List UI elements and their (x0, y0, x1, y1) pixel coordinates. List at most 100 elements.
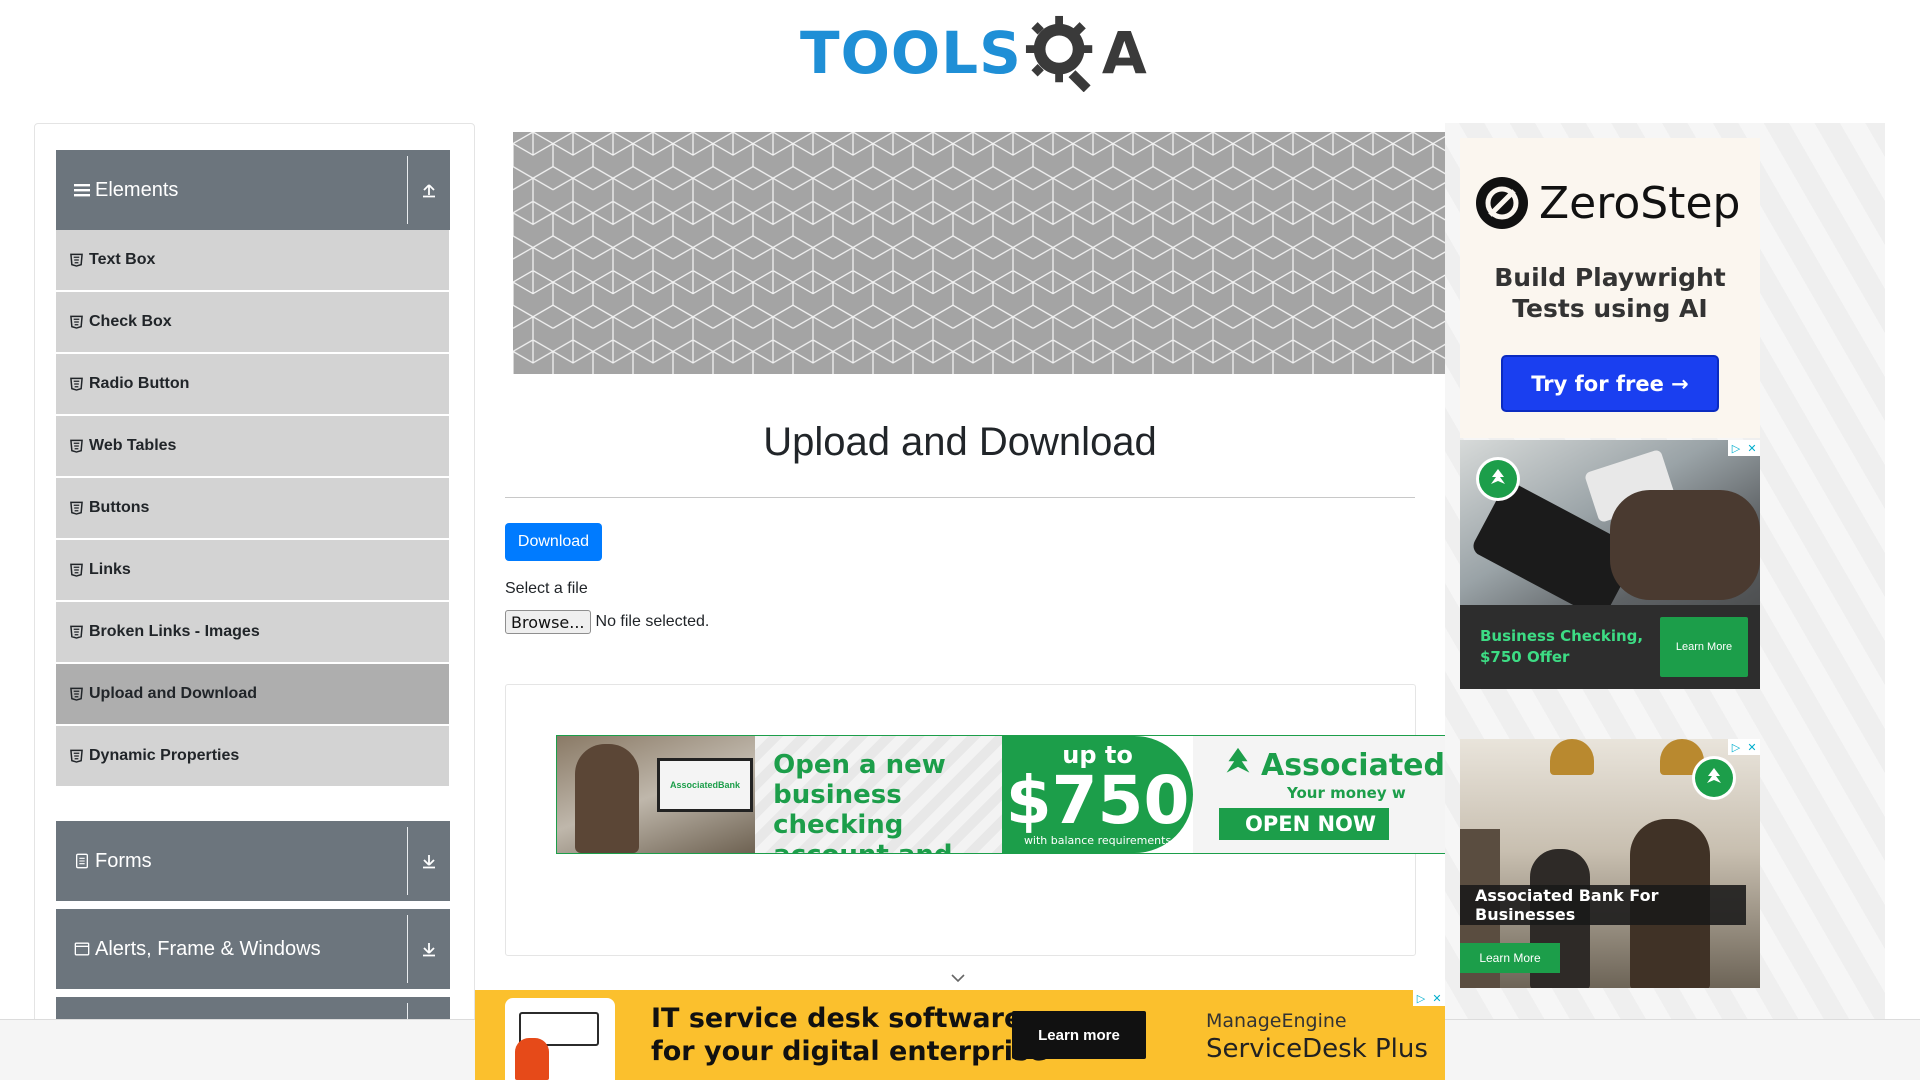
ad-brand-name: Associated (1219, 746, 1445, 784)
ad-choices[interactable]: ▷ ✕ (1728, 739, 1760, 755)
associated-bank-badge-icon (1476, 457, 1520, 501)
ad-info-icon[interactable]: ▷ (1728, 739, 1744, 755)
html5-icon (70, 315, 83, 329)
menu-item-web-tables[interactable]: Web Tables (56, 416, 449, 478)
zerostep-ad[interactable]: ZeroStep Build Playwright Tests using AI… (1460, 138, 1760, 438)
arrow-up-icon (423, 184, 435, 198)
logo-letter-a: A (1101, 19, 1147, 87)
download-button[interactable]: Download (505, 523, 602, 561)
menu-item-label: Upload and Download (89, 685, 257, 702)
ad-headline-line: for your digital enterprise (651, 1036, 1048, 1067)
browse-button[interactable]: Browse... (505, 610, 591, 634)
ad-headline-line: business checking (773, 780, 904, 840)
file-status-text: No file selected. (595, 613, 710, 630)
menu-item-label: Text Box (89, 251, 156, 268)
zerostep-tagline: Build Playwright Tests using AI (1460, 262, 1760, 324)
gear-magnifier-icon (1025, 15, 1093, 92)
cube-pattern-banner (513, 132, 1445, 374)
hand-figure (1610, 490, 1760, 600)
html5-icon (70, 439, 83, 453)
ad-label: Associated Bank For Businesses (1460, 885, 1746, 925)
html5-icon (70, 501, 83, 515)
menu-item-check-box[interactable]: Check Box (56, 292, 449, 354)
page-title: Upload and Download (763, 420, 1157, 464)
collapse-toggle[interactable] (407, 156, 450, 224)
monitor-figure: AssociatedBank (657, 758, 753, 812)
ad-choices[interactable]: ▷ ✕ (1413, 990, 1445, 1006)
banner-pattern (513, 132, 1445, 374)
ad-headline: Open a new business checking account and… (755, 736, 1003, 853)
title-divider (505, 497, 1415, 498)
select-file-label: Select a file (505, 580, 588, 597)
menu-item-dynamic-properties[interactable]: Dynamic Properties (56, 726, 449, 788)
bank-checking-ad[interactable]: ▷ ✕ Business Checking, $750 Offer Learn … (1460, 440, 1760, 689)
associated-bank-banner-ad[interactable]: AssociatedBank Open a new business check… (556, 735, 1446, 854)
window-icon (73, 940, 91, 958)
ad-headline-line: account and earn (773, 840, 1002, 853)
menu-item-buttons[interactable]: Buttons (56, 478, 449, 540)
associated-bank-logo-icon (1226, 747, 1250, 773)
group-alerts-header[interactable]: Alerts, Frame & Windows (56, 909, 450, 989)
html5-icon (70, 749, 83, 763)
menu-item-radio-button[interactable]: Radio Button (56, 354, 449, 416)
ad-close-icon[interactable]: ✕ (1744, 739, 1760, 755)
associated-bank-badge-icon (1692, 756, 1736, 800)
chevron-down-icon[interactable] (950, 970, 966, 986)
hamburger-icon (73, 181, 91, 199)
ad-message-line: $750 Offer (1480, 648, 1570, 666)
ad-headline-line: Open a new (773, 750, 946, 780)
person-figure (575, 744, 639, 853)
bank-business-ad[interactable]: ▷ ✕ Associated Bank For Businesses Learn… (1460, 739, 1760, 988)
expand-toggle[interactable] (407, 915, 450, 983)
menu-item-upload-download[interactable]: Upload and Download (56, 664, 449, 726)
site-header: TOOLS A (0, 0, 1920, 100)
elements-menu-list: Text Box Check Box Radio Button Web Tabl… (56, 230, 450, 788)
ad-choices[interactable]: ▷ ✕ (1728, 440, 1760, 456)
ad-illustration (505, 998, 615, 1080)
learn-more-button[interactable]: Learn More (1460, 943, 1560, 973)
html5-icon (70, 687, 83, 701)
ad-brand-area: Associated Your money w OPEN NOW (1192, 736, 1445, 853)
document-icon (73, 852, 91, 870)
learn-more-button[interactable]: Learn More (1660, 617, 1748, 677)
ad-photo: AssociatedBank (557, 736, 756, 853)
menu-item-label: Radio Button (89, 375, 190, 392)
html5-icon (70, 377, 83, 391)
ad-info-icon[interactable]: ▷ (1728, 440, 1744, 456)
group-forms-header[interactable]: Forms (56, 821, 450, 901)
ad-brand-text: Associated (1260, 747, 1445, 783)
ad-info-icon[interactable]: ▷ (1413, 990, 1429, 1006)
ad-offer-circle: up to $750 with balance requirements (1002, 736, 1193, 853)
ad-close-icon[interactable]: ✕ (1429, 990, 1445, 1006)
group-elements-header[interactable]: Elements (56, 150, 450, 230)
zerostep-tagline-line: Tests using AI (1512, 294, 1708, 323)
arrow-down-icon (423, 943, 435, 957)
ad-message: Business Checking, $750 Offer (1480, 626, 1643, 668)
toolsqa-logo[interactable]: TOOLS A (800, 14, 1147, 92)
expand-toggle[interactable] (407, 827, 450, 895)
servicedesk-ad[interactable]: IT service desk software for your digita… (475, 990, 1445, 1080)
person-figure (515, 1038, 549, 1080)
ad-close-icon[interactable]: ✕ (1744, 440, 1760, 456)
open-now-button[interactable]: OPEN NOW (1218, 808, 1389, 840)
html5-icon (70, 563, 83, 577)
zerostep-logo-icon (1476, 177, 1528, 229)
ad-message-line: Business Checking, (1480, 627, 1644, 645)
menu-item-text-box[interactable]: Text Box (56, 230, 449, 292)
menu-item-broken-links[interactable]: Broken Links - Images (56, 602, 449, 664)
logo-text-qa: A (1022, 14, 1147, 92)
arrow-down-icon (423, 855, 435, 869)
lamp-figure (1550, 739, 1594, 775)
ad-headline-line: IT service desk software (651, 1003, 1023, 1034)
menu-item-label: Check Box (89, 313, 172, 330)
file-upload-input[interactable]: Browse... No file selected. (505, 610, 709, 634)
html5-icon (70, 253, 83, 267)
learn-more-button[interactable]: Learn more (1012, 1011, 1146, 1059)
ad-brand-primary: ManageEngine (1206, 1010, 1347, 1032)
zerostep-tagline-line: Build Playwright (1494, 263, 1726, 292)
menu-item-links[interactable]: Links (56, 540, 449, 602)
logo-text-tools: TOOLS (800, 19, 1022, 87)
group-label: Elements (95, 178, 179, 201)
menu-item-label: Dynamic Properties (89, 747, 240, 764)
try-for-free-button[interactable]: Try for free → (1501, 355, 1719, 412)
